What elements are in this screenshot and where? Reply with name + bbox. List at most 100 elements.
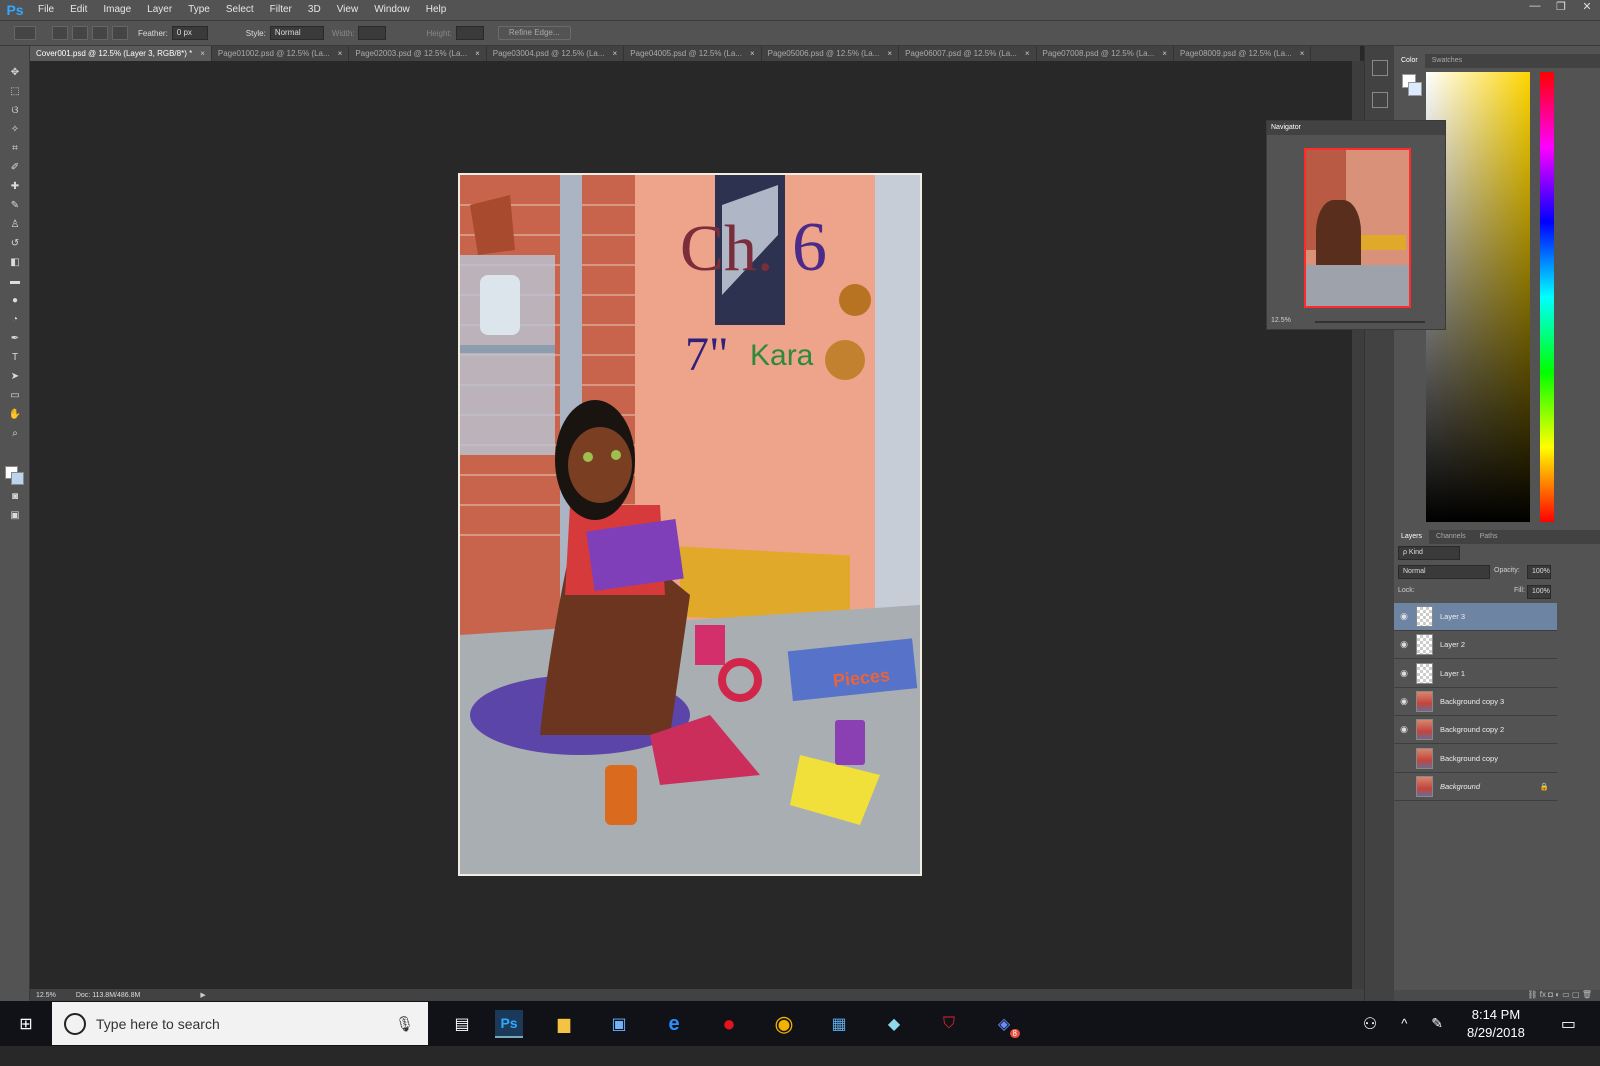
app-prism-icon[interactable]: ◆ xyxy=(880,1010,908,1038)
layer-name[interactable]: Layer 2 xyxy=(1440,640,1465,649)
add-selection-icon[interactable] xyxy=(72,26,88,40)
layer-name[interactable]: Background xyxy=(1440,782,1480,791)
close-tab-icon[interactable]: × xyxy=(1300,46,1305,61)
tab-color[interactable]: Color xyxy=(1394,54,1425,68)
menu-3d[interactable]: 3D xyxy=(300,0,329,20)
layer-name[interactable]: Layer 3 xyxy=(1440,612,1465,621)
layer-row[interactable]: ◉ Layer 2 xyxy=(1394,631,1557,660)
edge-icon[interactable]: e xyxy=(660,1010,688,1038)
document-tab[interactable]: Cover001.psd @ 12.5% (Layer 3, RGB/8*) *… xyxy=(30,46,212,61)
style-select[interactable]: Normal xyxy=(269,26,324,40)
eyedropper-tool-icon[interactable]: ✐ xyxy=(7,161,23,175)
layer-row[interactable]: ◉ Background copy 3 xyxy=(1394,688,1557,716)
task-view-icon[interactable]: ▤ xyxy=(448,1010,476,1038)
close-tab-icon[interactable]: × xyxy=(475,46,480,61)
layer-name[interactable]: Background copy xyxy=(1440,754,1498,763)
taskbar-clock[interactable]: 8:14 PM 8/29/2018 xyxy=(1467,1006,1525,1042)
menu-file[interactable]: File xyxy=(30,0,62,20)
close-tab-icon[interactable]: × xyxy=(613,46,618,61)
menu-image[interactable]: Image xyxy=(95,0,139,20)
windows-start-icon[interactable]: ⊞ xyxy=(12,1010,40,1038)
app-window-icon[interactable]: ▦ xyxy=(825,1010,853,1038)
close-tab-icon[interactable]: × xyxy=(1162,46,1167,61)
history-brush-icon[interactable]: ↺ xyxy=(7,237,23,251)
hue-slider[interactable] xyxy=(1540,72,1554,522)
toolbar-background-swatch[interactable] xyxy=(11,472,24,485)
microphone-icon[interactable]: 🎙 xyxy=(395,1015,414,1033)
taskbar-search-box[interactable]: Type here to search 🎙 xyxy=(52,1002,428,1045)
quick-mask-icon[interactable]: ◙ xyxy=(7,490,23,504)
layer-row[interactable]: Background 🔒 xyxy=(1394,773,1557,801)
menu-layer[interactable]: Layer xyxy=(139,0,180,20)
tab-swatches[interactable]: Swatches xyxy=(1425,54,1469,68)
clone-stamp-icon[interactable]: ♙ xyxy=(7,218,23,232)
marquee-preset-icon[interactable] xyxy=(14,26,36,40)
history-panel-icon[interactable] xyxy=(1372,60,1388,76)
tab-layers[interactable]: Layers xyxy=(1394,530,1430,544)
pen-icon[interactable]: ✎ xyxy=(1431,1015,1443,1032)
opacity-input[interactable]: 100% xyxy=(1527,565,1551,579)
move-tool-icon[interactable]: ✥ xyxy=(7,66,23,80)
document-artwork[interactable]: Ch. 6 7" Kara Pieces xyxy=(458,173,922,876)
layer-row[interactable]: ◉ Layer 1 xyxy=(1394,660,1557,688)
blend-mode-select[interactable]: Normal xyxy=(1398,565,1490,579)
photoshop-taskbar-icon[interactable]: Ps xyxy=(495,1010,523,1038)
layers-footer-icons[interactable]: ⛓ fx ◘ ◐ ▭ ▢ 🗑 xyxy=(1394,990,1600,1001)
layer-visibility-eye-icon[interactable]: ◉ xyxy=(1394,611,1414,622)
navigator-zoom[interactable]: 12.5% xyxy=(1271,317,1291,324)
status-doc-size[interactable]: Doc: 113.8M/486.8M xyxy=(76,992,140,999)
pen-tool-icon[interactable]: ✒ xyxy=(7,332,23,346)
tray-chevron-up-icon[interactable]: ^ xyxy=(1401,1016,1407,1031)
layer-name[interactable]: Background copy 2 xyxy=(1440,725,1504,734)
type-tool-icon[interactable]: T xyxy=(7,351,23,365)
layer-row[interactable]: ◉ Layer 3 xyxy=(1394,603,1557,631)
feather-input[interactable]: 0 px xyxy=(171,26,208,40)
close-tab-icon[interactable]: × xyxy=(1025,46,1030,61)
zoom-tool-icon[interactable]: ⌕ xyxy=(7,427,23,441)
minimize-button[interactable]: — xyxy=(1522,0,1548,16)
opera-icon[interactable]: ● xyxy=(715,1010,743,1038)
document-tab[interactable]: Page04005.psd @ 12.5% (La... × xyxy=(624,46,762,61)
screen-mode-icon[interactable]: ▣ xyxy=(7,509,23,523)
status-arrow-icon[interactable]: ▶ xyxy=(200,991,205,999)
menu-view[interactable]: View xyxy=(329,0,367,20)
status-zoom[interactable]: 12.5% xyxy=(36,992,56,999)
lasso-tool-icon[interactable]: ଓ xyxy=(7,104,23,118)
layer-visibility-eye-icon[interactable]: ◉ xyxy=(1394,724,1414,735)
intersect-selection-icon[interactable] xyxy=(112,26,128,40)
close-tab-icon[interactable]: × xyxy=(887,46,892,61)
dodge-tool-icon[interactable]: ◔ xyxy=(7,313,23,327)
close-tab-icon[interactable]: × xyxy=(200,46,205,61)
gradient-tool-icon[interactable]: ▬ xyxy=(7,275,23,289)
layer-name[interactable]: Background copy 3 xyxy=(1440,697,1504,706)
menu-edit[interactable]: Edit xyxy=(62,0,95,20)
people-icon[interactable]: ⚇ xyxy=(1363,1014,1377,1034)
eraser-tool-icon[interactable]: ◧ xyxy=(7,256,23,270)
document-tab[interactable]: Page03004.psd @ 12.5% (La... × xyxy=(487,46,625,61)
new-selection-icon[interactable] xyxy=(52,26,68,40)
background-color-swatch[interactable] xyxy=(1408,82,1422,96)
close-tab-icon[interactable]: × xyxy=(750,46,755,61)
menu-select[interactable]: Select xyxy=(218,0,262,20)
close-window-button[interactable]: ✕ xyxy=(1574,0,1600,16)
fill-input[interactable]: 100% xyxy=(1527,585,1551,599)
height-input[interactable] xyxy=(455,26,484,40)
layer-row[interactable]: ◉ Background copy 2 xyxy=(1394,716,1557,745)
layer-visibility-eye-icon[interactable]: ◉ xyxy=(1394,639,1414,650)
document-tab[interactable]: Page02003.psd @ 12.5% (La... × xyxy=(349,46,487,61)
refine-edge-button[interactable]: Refine Edge... xyxy=(497,26,571,40)
layer-name[interactable]: Layer 1 xyxy=(1440,669,1465,678)
file-explorer-icon[interactable]: ▆ xyxy=(550,1010,578,1038)
menu-help[interactable]: Help xyxy=(418,0,455,20)
layer-kind-filter[interactable]: ρ Kind xyxy=(1398,546,1460,560)
subtract-selection-icon[interactable] xyxy=(92,26,108,40)
navigator-zoom-slider[interactable] xyxy=(1315,321,1425,323)
close-tab-icon[interactable]: × xyxy=(338,46,343,61)
magic-wand-tool-icon[interactable]: ✧ xyxy=(7,123,23,137)
layer-visibility-eye-icon[interactable]: ◉ xyxy=(1394,668,1414,679)
navigator-thumbnail[interactable] xyxy=(1304,148,1411,308)
document-tab[interactable]: Page08009.psd @ 12.5% (La... × xyxy=(1174,46,1312,61)
brush-tool-icon[interactable]: ✎ xyxy=(7,199,23,213)
crop-tool-icon[interactable]: ⌗ xyxy=(7,142,23,156)
menu-filter[interactable]: Filter xyxy=(262,0,300,20)
